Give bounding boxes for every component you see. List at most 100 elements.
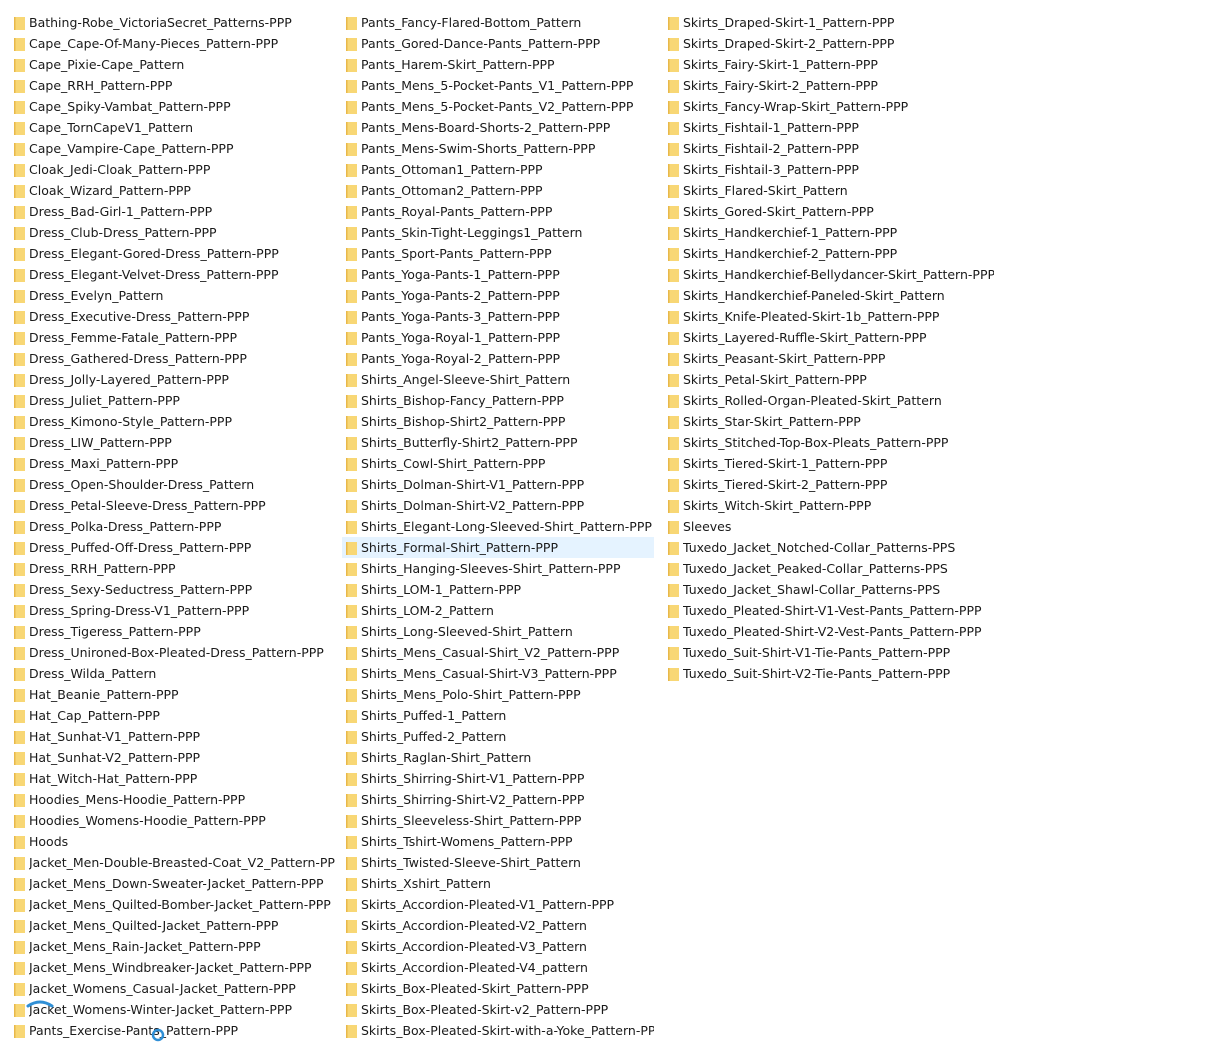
folder-item[interactable]: Dress_Femme-Fatale_Pattern-PPP bbox=[10, 327, 336, 348]
folder-item[interactable]: Pants_Yoga-Royal-1_Pattern-PPP bbox=[342, 327, 654, 348]
folder-item[interactable]: Hat_Sunhat-V1_Pattern-PPP bbox=[10, 726, 336, 747]
folder-item[interactable]: Dress_Wilda_Pattern bbox=[10, 663, 336, 684]
folder-item[interactable]: Pants_Sport-Pants_Pattern-PPP bbox=[342, 243, 654, 264]
folder-item[interactable]: Skirts_Handkerchief-2_Pattern-PPP bbox=[664, 243, 994, 264]
folder-item[interactable]: Dress_RRH_Pattern-PPP bbox=[10, 558, 336, 579]
folder-item[interactable]: Hoods bbox=[10, 831, 336, 852]
folder-item[interactable]: Pants_Ottoman2_Pattern-PPP bbox=[342, 180, 654, 201]
folder-item[interactable]: Shirts_Sleeveless-Shirt_Pattern-PPP bbox=[342, 810, 654, 831]
folder-item[interactable]: Jacket_Womens_Casual-Jacket_Pattern-PPP bbox=[10, 978, 336, 999]
folder-item[interactable]: Shirts_Butterfly-Shirt2_Pattern-PPP bbox=[342, 432, 654, 453]
folder-item[interactable]: Pants_Mens-Swim-Shorts_Pattern-PPP bbox=[342, 138, 654, 159]
folder-item[interactable]: Pants_Exercise-Pants_Pattern-PPP bbox=[10, 1020, 336, 1041]
folder-item[interactable]: Skirts_Petal-Skirt_Pattern-PPP bbox=[664, 369, 994, 390]
folder-item[interactable]: Dress_Bad-Girl-1_Pattern-PPP bbox=[10, 201, 336, 222]
folder-item[interactable]: Pants_Mens_5-Pocket-Pants_V2_Pattern-PPP bbox=[342, 96, 654, 117]
folder-item[interactable]: Skirts_Peasant-Skirt_Pattern-PPP bbox=[664, 348, 994, 369]
folder-item[interactable]: Dress_Evelyn_Pattern bbox=[10, 285, 336, 306]
folder-item[interactable]: Shirts_Bishop-Shirt2_Pattern-PPP bbox=[342, 411, 654, 432]
folder-item[interactable]: Pants_Fancy-Flared-Bottom_Pattern bbox=[342, 12, 654, 33]
folder-item[interactable]: Skirts_Fishtail-2_Pattern-PPP bbox=[664, 138, 994, 159]
folder-item[interactable]: Hat_Witch-Hat_Pattern-PPP bbox=[10, 768, 336, 789]
folder-item[interactable]: Pants_Skin-Tight-Leggings1_Pattern bbox=[342, 222, 654, 243]
folder-item[interactable]: Pants_Gored-Dance-Pants_Pattern-PPP bbox=[342, 33, 654, 54]
folder-item[interactable]: Dress_Gathered-Dress_Pattern-PPP bbox=[10, 348, 336, 369]
folder-item[interactable]: Shirts_Twisted-Sleeve-Shirt_Pattern bbox=[342, 852, 654, 873]
folder-item[interactable]: Tuxedo_Jacket_Notched-Collar_Patterns-PP… bbox=[664, 537, 994, 558]
folder-item[interactable]: Skirts_Rolled-Organ-Pleated-Skirt_Patter… bbox=[664, 390, 994, 411]
folder-item[interactable]: Shirts_Dolman-Shirt-V1_Pattern-PPP bbox=[342, 474, 654, 495]
folder-item[interactable]: Pants_Yoga-Pants-3_Pattern-PPP bbox=[342, 306, 654, 327]
folder-item[interactable]: Skirts_Draped-Skirt-1_Pattern-PPP bbox=[664, 12, 994, 33]
folder-item[interactable]: Skirts_Flared-Skirt_Pattern bbox=[664, 180, 994, 201]
folder-item[interactable]: Tuxedo_Pleated-Shirt-V2-Vest-Pants_Patte… bbox=[664, 621, 994, 642]
folder-item[interactable]: Shirts_LOM-1_Pattern-PPP bbox=[342, 579, 654, 600]
folder-item[interactable]: Shirts_Hanging-Sleeves-Shirt_Pattern-PPP bbox=[342, 558, 654, 579]
folder-item[interactable]: Cape_TornCapeV1_Pattern bbox=[10, 117, 336, 138]
folder-item[interactable]: Dress_Open-Shoulder-Dress_Pattern bbox=[10, 474, 336, 495]
folder-item[interactable]: Jacket_Mens_Rain-Jacket_Pattern-PPP bbox=[10, 936, 336, 957]
folder-item[interactable]: Hoodies_Womens-Hoodie_Pattern-PPP bbox=[10, 810, 336, 831]
folder-item[interactable]: Hat_Cap_Pattern-PPP bbox=[10, 705, 336, 726]
folder-item[interactable]: Dress_Elegant-Gored-Dress_Pattern-PPP bbox=[10, 243, 336, 264]
folder-item[interactable]: Skirts_Box-Pleated-Skirt-v2_Pattern-PPP bbox=[342, 999, 654, 1020]
folder-item[interactable]: Shirts_Angel-Sleeve-Shirt_Pattern bbox=[342, 369, 654, 390]
folder-item[interactable]: Dress_Tigeress_Pattern-PPP bbox=[10, 621, 336, 642]
folder-item[interactable]: Shirts_LOM-2_Pattern bbox=[342, 600, 654, 621]
folder-item[interactable]: Dress_LIW_Pattern-PPP bbox=[10, 432, 336, 453]
folder-item[interactable]: Tuxedo_Pleated-Shirt-V1-Vest-Pants_Patte… bbox=[664, 600, 994, 621]
folder-item[interactable]: Pants_Yoga-Pants-1_Pattern-PPP bbox=[342, 264, 654, 285]
folder-item[interactable]: Skirts_Gored-Skirt_Pattern-PPP bbox=[664, 201, 994, 222]
folder-item[interactable]: Dress_Polka-Dress_Pattern-PPP bbox=[10, 516, 336, 537]
folder-item[interactable]: Shirts_Dolman-Shirt-V2_Pattern-PPP bbox=[342, 495, 654, 516]
folder-item[interactable]: Tuxedo_Jacket_Shawl-Collar_Patterns-PPS bbox=[664, 579, 994, 600]
folder-item[interactable]: Skirts_Layered-Ruffle-Skirt_Pattern-PPP bbox=[664, 327, 994, 348]
folder-item[interactable]: Dress_Elegant-Velvet-Dress_Pattern-PPP bbox=[10, 264, 336, 285]
folder-item[interactable]: Hoodies_Mens-Hoodie_Pattern-PPP bbox=[10, 789, 336, 810]
folder-item[interactable]: Dress_Executive-Dress_Pattern-PPP bbox=[10, 306, 336, 327]
folder-item[interactable]: Dress_Puffed-Off-Dress_Pattern-PPP bbox=[10, 537, 336, 558]
folder-item[interactable]: Hat_Beanie_Pattern-PPP bbox=[10, 684, 336, 705]
folder-item[interactable]: Shirts_Tshirt-Womens_Pattern-PPP bbox=[342, 831, 654, 852]
folder-item[interactable]: Cloak_Wizard_Pattern-PPP bbox=[10, 180, 336, 201]
folder-item[interactable]: Skirts_Witch-Skirt_Pattern-PPP bbox=[664, 495, 994, 516]
folder-item[interactable]: Dress_Petal-Sleeve-Dress_Pattern-PPP bbox=[10, 495, 336, 516]
folder-item[interactable]: Dress_Spring-Dress-V1_Pattern-PPP bbox=[10, 600, 336, 621]
folder-item[interactable]: Shirts_Shirring-Shirt-V1_Pattern-PPP bbox=[342, 768, 654, 789]
folder-item[interactable]: Shirts_Raglan-Shirt_Pattern bbox=[342, 747, 654, 768]
folder-item[interactable]: Skirts_Fancy-Wrap-Skirt_Pattern-PPP bbox=[664, 96, 994, 117]
folder-item[interactable]: Shirts_Formal-Shirt_Pattern-PPP bbox=[342, 537, 654, 558]
folder-item[interactable]: Pants_Yoga-Royal-2_Pattern-PPP bbox=[342, 348, 654, 369]
folder-item[interactable]: Shirts_Puffed-2_Pattern bbox=[342, 726, 654, 747]
folder-item[interactable]: Skirts_Fishtail-3_Pattern-PPP bbox=[664, 159, 994, 180]
folder-item[interactable]: Skirts_Star-Skirt_Pattern-PPP bbox=[664, 411, 994, 432]
folder-item[interactable]: Hat_Sunhat-V2_Pattern-PPP bbox=[10, 747, 336, 768]
folder-item[interactable]: Pants_Royal-Pants_Pattern-PPP bbox=[342, 201, 654, 222]
folder-item[interactable]: Cape_Cape-Of-Many-Pieces_Pattern-PPP bbox=[10, 33, 336, 54]
folder-item[interactable]: Jacket_Mens_Windbreaker-Jacket_Pattern-P… bbox=[10, 957, 336, 978]
folder-item[interactable]: Shirts_Bishop-Fancy_Pattern-PPP bbox=[342, 390, 654, 411]
folder-item[interactable]: Shirts_Elegant-Long-Sleeved-Shirt_Patter… bbox=[342, 516, 654, 537]
folder-item[interactable]: Skirts_Handkerchief-Bellydancer-Skirt_Pa… bbox=[664, 264, 994, 285]
folder-item[interactable]: Jacket_Mens_Down-Sweater-Jacket_Pattern-… bbox=[10, 873, 336, 894]
folder-item[interactable]: Skirts_Fairy-Skirt-2_Pattern-PPP bbox=[664, 75, 994, 96]
folder-item[interactable]: Shirts_Xshirt_Pattern bbox=[342, 873, 654, 894]
folder-item[interactable]: Skirts_Stitched-Top-Box-Pleats_Pattern-P… bbox=[664, 432, 994, 453]
folder-item[interactable]: Pants_Mens_5-Pocket-Pants_V1_Pattern-PPP bbox=[342, 75, 654, 96]
folder-item[interactable]: Skirts_Box-Pleated-Skirt_Pattern-PPP bbox=[342, 978, 654, 999]
folder-item[interactable]: Dress_Sexy-Seductress_Pattern-PPP bbox=[10, 579, 336, 600]
folder-item[interactable]: Jacket_Womens-Winter-Jacket_Pattern-PPP bbox=[10, 999, 336, 1020]
folder-item[interactable]: Skirts_Tiered-Skirt-1_Pattern-PPP bbox=[664, 453, 994, 474]
folder-item[interactable]: Shirts_Mens_Polo-Shirt_Pattern-PPP bbox=[342, 684, 654, 705]
folder-item[interactable]: Skirts_Box-Pleated-Skirt-with-a-Yoke_Pat… bbox=[342, 1020, 654, 1041]
folder-item[interactable]: Shirts_Puffed-1_Pattern bbox=[342, 705, 654, 726]
folder-item[interactable]: Skirts_Handkerchief-Paneled-Skirt_Patter… bbox=[664, 285, 994, 306]
folder-item[interactable]: Skirts_Accordion-Pleated-V2_Pattern bbox=[342, 915, 654, 936]
folder-item[interactable]: Dress_Club-Dress_Pattern-PPP bbox=[10, 222, 336, 243]
folder-item[interactable]: Cloak_Jedi-Cloak_Pattern-PPP bbox=[10, 159, 336, 180]
folder-item[interactable]: Skirts_Accordion-Pleated-V1_Pattern-PPP bbox=[342, 894, 654, 915]
folder-item[interactable]: Tuxedo_Jacket_Peaked-Collar_Patterns-PPS bbox=[664, 558, 994, 579]
folder-item[interactable]: Skirts_Accordion-Pleated-V3_Pattern bbox=[342, 936, 654, 957]
folder-item[interactable]: Dress_Unironed-Box-Pleated-Dress_Pattern… bbox=[10, 642, 336, 663]
folder-item[interactable]: Skirts_Tiered-Skirt-2_Pattern-PPP bbox=[664, 474, 994, 495]
